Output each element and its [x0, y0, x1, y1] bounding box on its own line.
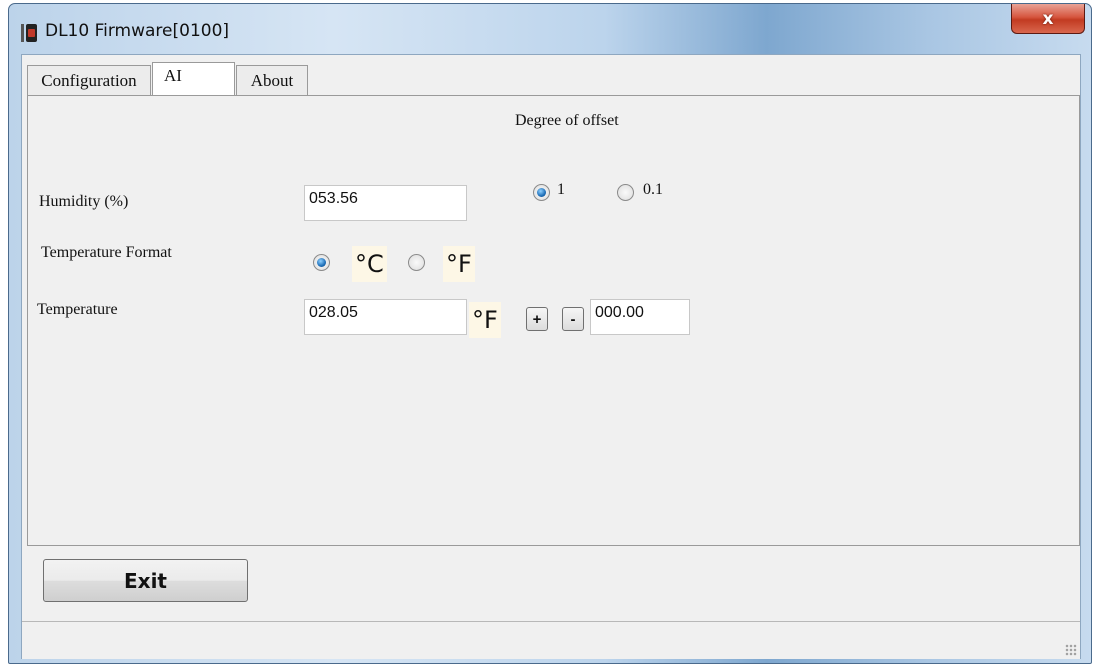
tab-label: About: [250, 71, 294, 90]
app-window: DL10 Firmware[0100] x Configuration AI A…: [8, 3, 1092, 664]
increase-offset-button[interactable]: +: [526, 307, 548, 331]
client-area: Configuration AI About Degree of offset …: [21, 54, 1081, 659]
celsius-label: °C: [352, 246, 387, 282]
status-bar: [22, 621, 1080, 659]
tab-label: AI: [164, 66, 182, 85]
close-button[interactable]: x: [1011, 4, 1085, 34]
offset-radio-1-label: 1: [557, 181, 565, 198]
offset-radio-0-1-label: 0.1: [643, 181, 663, 198]
offset-radio-1[interactable]: [533, 184, 550, 201]
humidity-label: Humidity (%): [39, 193, 129, 210]
tab-ai[interactable]: AI: [152, 62, 235, 95]
close-icon: x: [1042, 8, 1054, 29]
tab-about[interactable]: About: [236, 65, 308, 95]
device-icon: [21, 23, 37, 43]
temperature-unit: °F: [469, 302, 501, 338]
humidity-input[interactable]: 053.56: [304, 185, 467, 221]
temp-format-label: Temperature Format: [41, 244, 172, 261]
format-radio-celsius[interactable]: [313, 254, 330, 271]
tab-configuration[interactable]: Configuration: [27, 65, 151, 95]
offset-input[interactable]: 000.00: [590, 299, 690, 335]
tab-label: Configuration: [41, 71, 137, 90]
format-radio-fahrenheit[interactable]: [408, 254, 425, 271]
exit-button[interactable]: Exit: [43, 559, 248, 602]
title-bar[interactable]: DL10 Firmware[0100] x: [9, 4, 1091, 54]
offset-radio-0-1[interactable]: [617, 184, 634, 201]
window-title: DL10 Firmware[0100]: [45, 21, 230, 41]
offset-heading: Degree of offset: [515, 112, 619, 129]
temperature-label: Temperature: [37, 301, 118, 318]
fahrenheit-label: °F: [443, 246, 475, 282]
decrease-offset-button[interactable]: -: [562, 307, 584, 331]
ai-tab-panel: Degree of offset Humidity (%) 053.56 1 0…: [27, 95, 1080, 546]
temperature-input[interactable]: 028.05: [304, 299, 467, 335]
resize-grip-icon[interactable]: [1065, 644, 1077, 656]
